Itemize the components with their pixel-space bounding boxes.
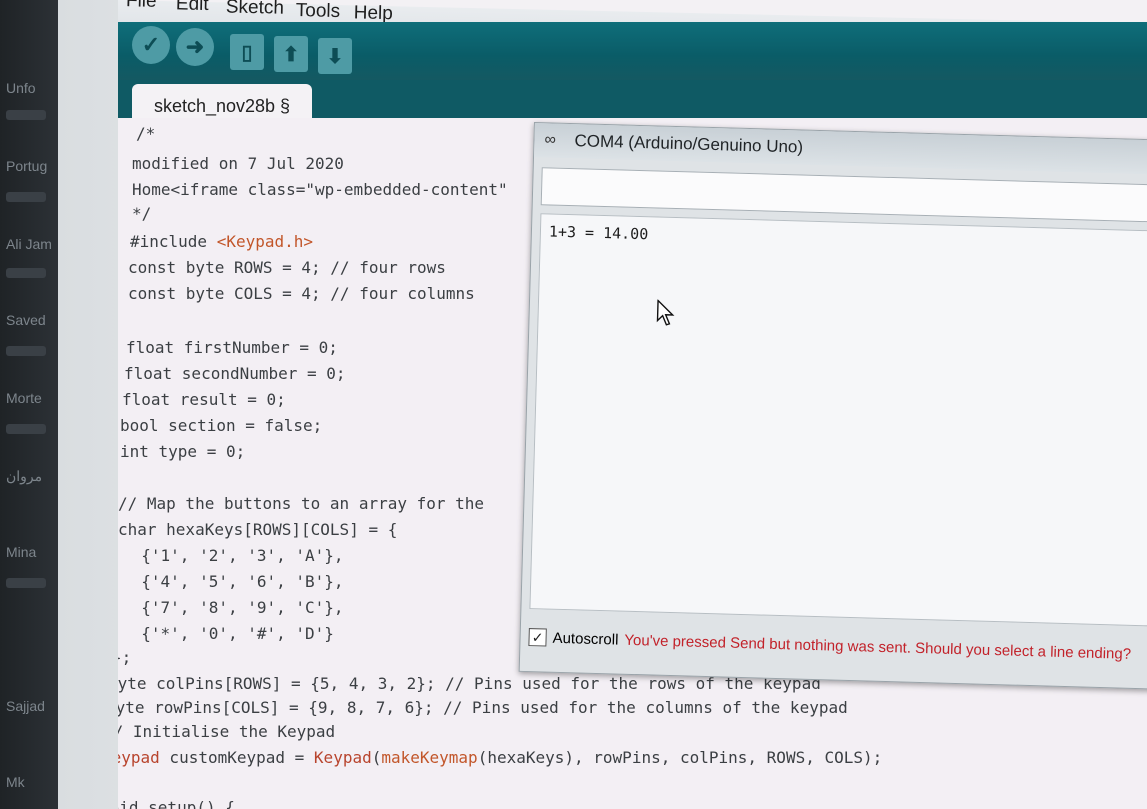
side-item: Mina: [6, 544, 37, 560]
code-text: (: [371, 748, 382, 767]
menu-edit[interactable]: Edit: [176, 0, 209, 16]
background-app-sidebar: Unfo Portug Ali Jam Saved Morte مروان Mi…: [0, 0, 58, 809]
menu-sketch[interactable]: Sketch: [226, 0, 285, 20]
menu-tools[interactable]: Tools: [296, 0, 341, 23]
side-subline: [6, 192, 46, 202]
check-icon: ✓: [141, 32, 161, 57]
arrow-up-icon: ⬆: [282, 43, 300, 66]
serial-send-input[interactable]: [540, 167, 1147, 223]
keypad-constructor: Keypad: [313, 748, 372, 767]
code-line: float secondNumber = 0;: [124, 364, 346, 383]
new-button[interactable]: ▯: [230, 34, 264, 70]
side-item: Portug: [6, 158, 48, 174]
side-item: Morte: [6, 390, 42, 406]
code-line: /*: [136, 124, 156, 143]
mouse-pointer-icon: [656, 299, 675, 326]
side-subline: [6, 110, 46, 120]
code-line: const byte ROWS = 4; // four rows: [128, 258, 446, 277]
side-item: Mk: [6, 774, 25, 790]
code-line: {'1', '2', '3', 'A'},: [122, 546, 344, 565]
arrow-down-icon: ⬇: [326, 45, 344, 68]
serial-status-bar: ✓ Autoscroll You've pressed Send but not…: [528, 617, 1147, 674]
code-line: byte rowPins[COLS] = {9, 8, 7, 6}; // Pi…: [118, 698, 848, 717]
arduino-ide-window: File Edit Sketch Tools Help ✓ ➜ ▯ ⬆ ⬇ sk…: [118, 0, 1147, 809]
verify-button[interactable]: ✓: [132, 26, 170, 64]
code-line: // Map the buttons to an array for the: [118, 494, 485, 513]
toolbar: ✓ ➜ ▯ ⬆ ⬇: [118, 22, 1147, 84]
code-line: {'7', '8', '9', 'C'},: [122, 598, 344, 617]
code-line: };: [118, 648, 132, 667]
side-subline: [6, 424, 46, 434]
include-header: <Keypad.h>: [216, 232, 314, 251]
keypad-type: Keypad: [118, 748, 160, 767]
side-item: Unfo: [6, 80, 36, 96]
code-line-include: #include <Keypad.h>: [130, 232, 313, 251]
code-line: float result = 0;: [122, 390, 286, 409]
code-line: // Initialise the Keypad: [118, 722, 336, 741]
code-line: modified on 7 Jul 2020: [132, 154, 344, 173]
code-line: float firstNumber = 0;: [126, 338, 338, 357]
code-line: const byte COLS = 4; // four columns: [128, 284, 475, 303]
code-line: int type = 0;: [120, 442, 246, 461]
code-line: {'4', '5', '6', 'B'},: [122, 572, 344, 591]
serial-output-line: 1+3 = 14.00: [548, 222, 649, 244]
side-subline: [6, 578, 46, 588]
serial-monitor-window: ∞ COM4 (Arduino/Genuino Uno) 1+3 = 14.00…: [518, 122, 1147, 690]
arduino-logo-icon: ∞: [544, 131, 557, 149]
autoscroll-label: Autoscroll: [552, 629, 619, 649]
serial-title: COM4 (Arduino/Genuino Uno): [574, 131, 804, 157]
code-line: void setup() {: [118, 798, 235, 809]
code-line-keypad: Keypad customKeypad = Keypad(makeKeymap(…: [118, 748, 882, 767]
side-item: Saved: [6, 312, 46, 328]
side-item: مروان: [6, 468, 43, 484]
makekeymap-function: makeKeymap: [381, 748, 478, 767]
code-line: {'*', '0', '#', 'D'}: [122, 624, 334, 643]
include-directive: #include: [130, 232, 217, 251]
upload-button[interactable]: ➜: [176, 28, 214, 66]
arrow-right-icon: ➜: [185, 34, 205, 59]
code-line: */: [132, 204, 152, 223]
serial-output-area[interactable]: 1+3 = 14.00: [529, 213, 1147, 627]
side-item: Sajjad: [6, 698, 45, 714]
code-line: Home<iframe class="wp-embedded-content": [132, 180, 508, 199]
code-line: char hexaKeys[ROWS][COLS] = {: [118, 520, 398, 539]
save-button[interactable]: ⬇: [318, 38, 352, 74]
no-line-ending-warning: You've pressed Send but nothing was sent…: [624, 631, 1132, 663]
code-text: customKeypad =: [159, 748, 314, 767]
menu-file[interactable]: File: [126, 0, 157, 13]
open-button[interactable]: ⬆: [274, 36, 308, 72]
side-item: Ali Jam: [6, 236, 52, 252]
side-subline: [6, 346, 46, 356]
code-line: bool section = false;: [120, 416, 323, 435]
autoscroll-checkbox[interactable]: ✓: [528, 628, 547, 647]
side-subline: [6, 268, 46, 278]
code-text: (hexaKeys), rowPins, colPins, ROWS, COLS…: [477, 748, 883, 767]
file-icon: ▯: [241, 41, 253, 64]
